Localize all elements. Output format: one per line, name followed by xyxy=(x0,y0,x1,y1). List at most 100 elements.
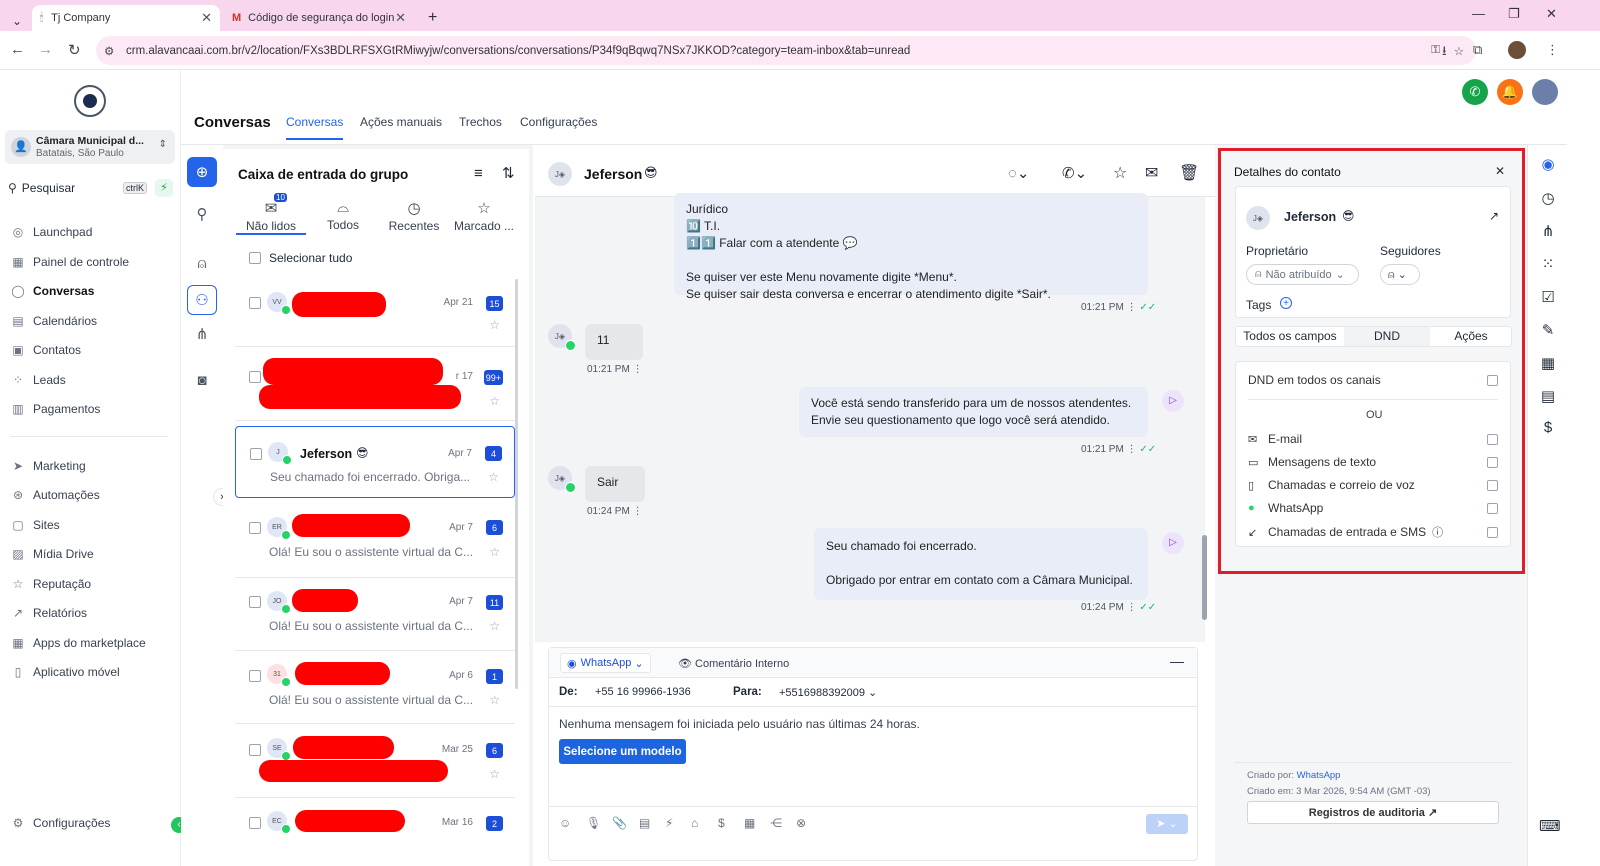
clear-icon[interactable]: ⊗ xyxy=(796,816,806,830)
minimize-icon[interactable]: — xyxy=(1472,6,1485,21)
star-icon[interactable]: ☆ xyxy=(489,767,500,781)
conversation-checkbox[interactable] xyxy=(249,371,261,383)
team-inbox-icon[interactable]: ⚇ xyxy=(187,285,217,315)
star-icon[interactable]: ☆ xyxy=(489,619,500,633)
add-tag-icon[interactable]: + xyxy=(1280,297,1292,309)
conversation-item[interactable]: JO Apr 7 11 Olá! Eu sou o assistente vir… xyxy=(235,579,515,651)
sidebar-item-marketplace[interactable]: ▦ Apps do marketplace xyxy=(10,632,170,654)
mail-icon[interactable]: ✉ xyxy=(1145,163,1158,183)
attachment-icon[interactable]: 📎 xyxy=(612,816,627,830)
restore-icon[interactable]: ❐ xyxy=(1508,6,1520,22)
bookmark-star-icon[interactable]: ☆ xyxy=(1454,44,1464,58)
extensions-icon[interactable]: ⧉ xyxy=(1473,42,1482,58)
to-number-dropdown[interactable]: +5516988392009 ⌄ xyxy=(779,686,877,699)
site-info-icon[interactable]: ⚙ xyxy=(104,44,114,58)
sidebar-item-sites[interactable]: ▢ Sites xyxy=(10,514,170,536)
keyboard-icon[interactable]: ⌨ xyxy=(1539,817,1561,835)
sidebar-item-calendars[interactable]: ▤ Calendários xyxy=(10,310,170,332)
dnd-whatsapp-checkbox[interactable] xyxy=(1487,502,1498,514)
conversation-item-selected[interactable]: J Jeferson 😎 Apr 7 4 Seu chamado foi enc… xyxy=(235,426,515,498)
dnd-all-checkbox[interactable] xyxy=(1487,374,1498,386)
tab-acoes[interactable]: Ações xyxy=(1430,327,1512,346)
tab-dnd[interactable]: DND xyxy=(1344,327,1430,346)
reload-icon[interactable]: ↻ xyxy=(68,41,81,59)
apps-grid-icon[interactable]: ⁙ xyxy=(1539,255,1557,273)
conversation-checkbox[interactable] xyxy=(250,448,262,460)
star-icon[interactable]: ☆ xyxy=(489,693,500,707)
sidebar-item-media-drive[interactable]: ▨ Mídia Drive xyxy=(10,543,170,565)
sidebar-item-dashboard[interactable]: ▦ Painel de controle xyxy=(10,251,170,273)
workflow-icon[interactable]: ⋲ xyxy=(770,816,782,830)
close-icon[interactable]: ✕ xyxy=(1495,164,1505,178)
dnd-sms[interactable]: ▭ Mensagens de texto xyxy=(1248,455,1498,469)
dnd-inbound-checkbox[interactable] xyxy=(1487,526,1498,538)
new-tab-button[interactable]: + xyxy=(420,5,445,31)
tab-recentes[interactable]: ◷ Recentes xyxy=(379,199,449,233)
dnd-email-checkbox[interactable] xyxy=(1487,433,1498,445)
conversation-checkbox[interactable] xyxy=(249,670,261,682)
dnd-email[interactable]: ✉ E-mail xyxy=(1248,432,1498,446)
key-icon[interactable]: ⚿ xyxy=(1431,44,1440,57)
dnd-calls[interactable]: ▯ Chamadas e correio de voz xyxy=(1248,478,1498,492)
star-icon[interactable]: ☆ xyxy=(489,318,500,332)
conversation-checkbox[interactable] xyxy=(249,596,261,608)
trash-icon[interactable]: 🗑 xyxy=(1179,163,1199,183)
sidebar-item-contacts[interactable]: ▣ Contatos xyxy=(10,339,170,361)
dnd-all-channels[interactable]: DND em todos os canais xyxy=(1248,373,1498,387)
user-avatar[interactable] xyxy=(1532,79,1558,105)
table-icon[interactable]: ▦ xyxy=(744,816,755,830)
app-logo[interactable] xyxy=(74,85,106,117)
dnd-calls-checkbox[interactable] xyxy=(1487,479,1498,491)
filter-icon[interactable]: ≡ xyxy=(474,165,483,182)
owner-dropdown[interactable]: ⍝ Não atribuído ⌄ xyxy=(1246,264,1359,285)
tab-todos-os-campos[interactable]: Todos os campos xyxy=(1236,327,1344,346)
channel-selector[interactable]: ◉ WhatsApp ⌄ xyxy=(560,653,651,673)
select-all[interactable]: Selecionar tudo xyxy=(249,251,352,265)
contact-profile-icon[interactable]: ◉ xyxy=(1539,155,1557,173)
tasks-icon[interactable]: ☑ xyxy=(1539,288,1557,306)
conversation-item[interactable]: SE Mar 25 6 ☆ xyxy=(235,726,515,798)
star-icon[interactable]: ☆ xyxy=(489,394,500,408)
forward-icon[interactable]: → xyxy=(38,41,53,58)
chat-scrollbar[interactable] xyxy=(1202,535,1207,620)
sort-icon[interactable]: ⇅ xyxy=(502,164,515,182)
sidebar-item-mobile-app[interactable]: ▯ Aplicativo móvel xyxy=(10,661,170,683)
back-icon[interactable]: ← xyxy=(10,41,25,58)
calendar-icon[interactable]: ▦ xyxy=(1539,354,1557,372)
conversation-item[interactable]: r 17 99+ ☆ xyxy=(235,349,515,421)
star-icon[interactable]: ☆ xyxy=(1113,163,1127,183)
collapse-composer-icon[interactable]: — xyxy=(1170,653,1184,669)
send-button[interactable]: ➤ ⌄ xyxy=(1146,814,1188,834)
microphone-icon[interactable]: 🎙 xyxy=(586,816,601,830)
tab-acoes-manuais[interactable]: Ações manuais xyxy=(360,115,442,129)
tag-icon[interactable]: ⌂ xyxy=(691,816,698,830)
phone-call-icon[interactable]: ✆ xyxy=(1462,79,1488,105)
url-bar[interactable]: ⚙ crm.alavancaai.com.br/v2/location/FXs3… xyxy=(96,36,1476,65)
tab-todos[interactable]: ⌓ Todos xyxy=(308,199,378,232)
history-icon[interactable]: ◷ xyxy=(1539,189,1557,207)
dnd-sms-checkbox[interactable] xyxy=(1487,456,1498,468)
info-icon[interactable]: ⓘ xyxy=(1432,524,1443,540)
document-icon[interactable]: ▤ xyxy=(639,816,650,830)
profile-avatar[interactable] xyxy=(1508,41,1526,59)
sidebar-item-launchpad[interactable]: ◎ Launchpad xyxy=(10,221,170,243)
close-window-icon[interactable]: ✕ xyxy=(1546,6,1557,22)
conversation-item[interactable]: EC Mar 16 2 xyxy=(235,801,515,866)
sidebar-item-reputation[interactable]: ☆ Reputação xyxy=(10,573,170,595)
network-icon[interactable]: ⋔ xyxy=(187,319,217,349)
new-conversation-icon[interactable]: ⊕ xyxy=(187,157,217,187)
tab-conversas[interactable]: Conversas xyxy=(286,115,344,140)
notes-icon[interactable]: ▤ xyxy=(1539,387,1557,405)
star-icon[interactable]: ☆ xyxy=(488,470,499,484)
workflow-icon[interactable]: ⋔ xyxy=(1539,222,1557,240)
search-icon[interactable]: ⚲ xyxy=(187,199,217,229)
browser-tab-tj-company[interactable]: 🕯 Tj Company ✕ xyxy=(32,5,220,31)
pen-icon[interactable]: ✎ xyxy=(1539,321,1557,339)
dnd-inbound[interactable]: ↙ Chamadas de entrada e SMS ⓘ xyxy=(1248,524,1498,540)
tab-close-icon[interactable]: ✕ xyxy=(395,10,406,26)
internal-comment-tab[interactable]: 👁 Comentário Interno xyxy=(678,657,789,670)
conversation-checkbox[interactable] xyxy=(249,744,261,756)
emoji-icon[interactable]: ☺ xyxy=(559,816,571,830)
conversation-checkbox[interactable] xyxy=(249,522,261,534)
dnd-whatsapp[interactable]: ● WhatsApp xyxy=(1248,501,1498,515)
